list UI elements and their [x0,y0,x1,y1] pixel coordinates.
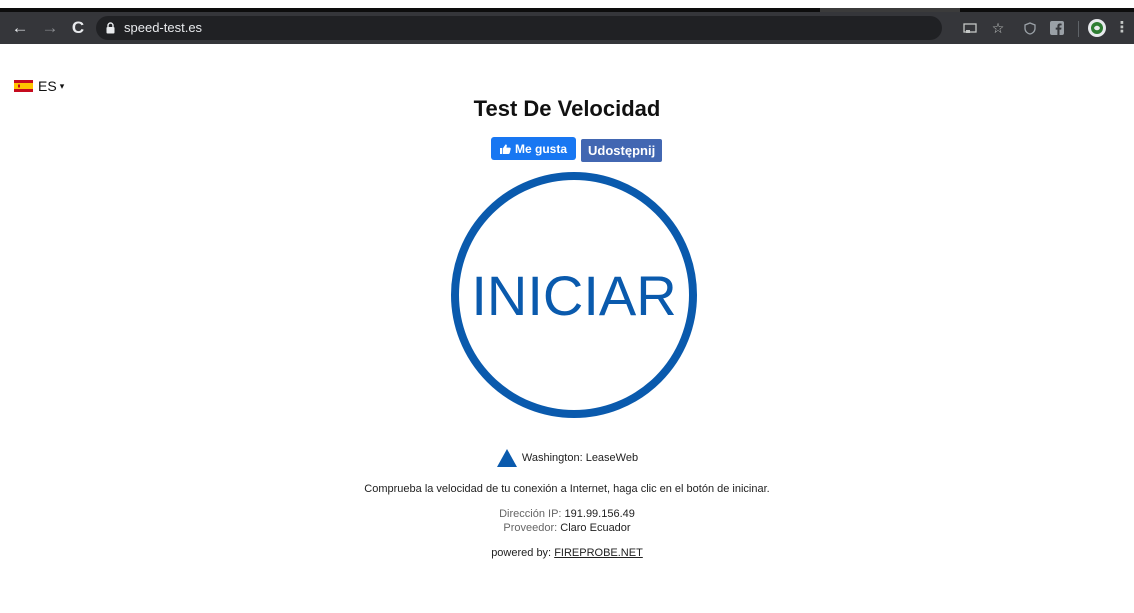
server-info: Washington: LeaseWeb [0,448,1134,468]
facebook-share-button[interactable]: Udostępnij [581,139,663,162]
description-text: Comprueba la velocidad de tu conexión a … [364,483,770,495]
powered-by: powered by: FIREPROBE.NET [0,547,1134,559]
start-test-button[interactable]: INICIAR [451,172,697,418]
browser-toolbar: ← → C speed-test.es ☆ ⋮ [0,12,1134,44]
facebook-like-button[interactable]: Me gusta [491,137,577,160]
profile-avatar-icon[interactable] [1088,19,1106,37]
forward-icon[interactable]: → [38,16,62,40]
server-triangle-icon[interactable] [496,448,518,468]
fireprobe-link[interactable]: FIREPROBE.NET [554,547,643,559]
thumbs-up-icon [500,143,511,154]
provider-line: Proveedor: Claro Ecuador [0,522,1134,534]
bookmark-star-icon[interactable]: ☆ [988,18,1008,38]
powered-label: powered by: [491,547,552,559]
ip-value: 191.99.156.49 [564,508,635,520]
spain-flag-icon [14,80,33,92]
start-label: INICIAR [471,263,677,327]
language-selector[interactable]: ES ▾ [14,78,64,94]
social-buttons: Me gusta Udostępnij [491,137,663,162]
language-code: ES [38,78,57,94]
provider-value: Claro Ecuador [560,522,631,534]
facebook-extension-icon[interactable] [1050,21,1064,35]
caret-down-icon: ▾ [59,80,65,91]
page-title: Test De Velocidad [473,96,661,121]
menu-dots-icon[interactable]: ⋮ [1112,18,1132,38]
like-label: Me gusta [515,141,568,156]
address-bar[interactable]: speed-test.es [96,16,942,40]
ip-label: Dirección IP: [499,508,562,520]
ip-address-line: Dirección IP: 191.99.156.49 [0,508,1134,520]
back-icon[interactable]: ← [8,16,32,40]
url-text[interactable]: speed-test.es [124,16,202,40]
tab-strip [0,0,1134,12]
toolbar-separator [1078,21,1079,37]
lock-icon[interactable] [106,22,115,34]
cast-icon[interactable] [963,23,977,34]
share-label: Udostępnij [588,143,656,158]
shield-icon[interactable] [1024,22,1036,35]
server-name: Washington: LeaseWeb [521,452,639,464]
provider-label: Proveedor: [503,522,558,534]
reload-icon[interactable]: C [66,16,90,40]
